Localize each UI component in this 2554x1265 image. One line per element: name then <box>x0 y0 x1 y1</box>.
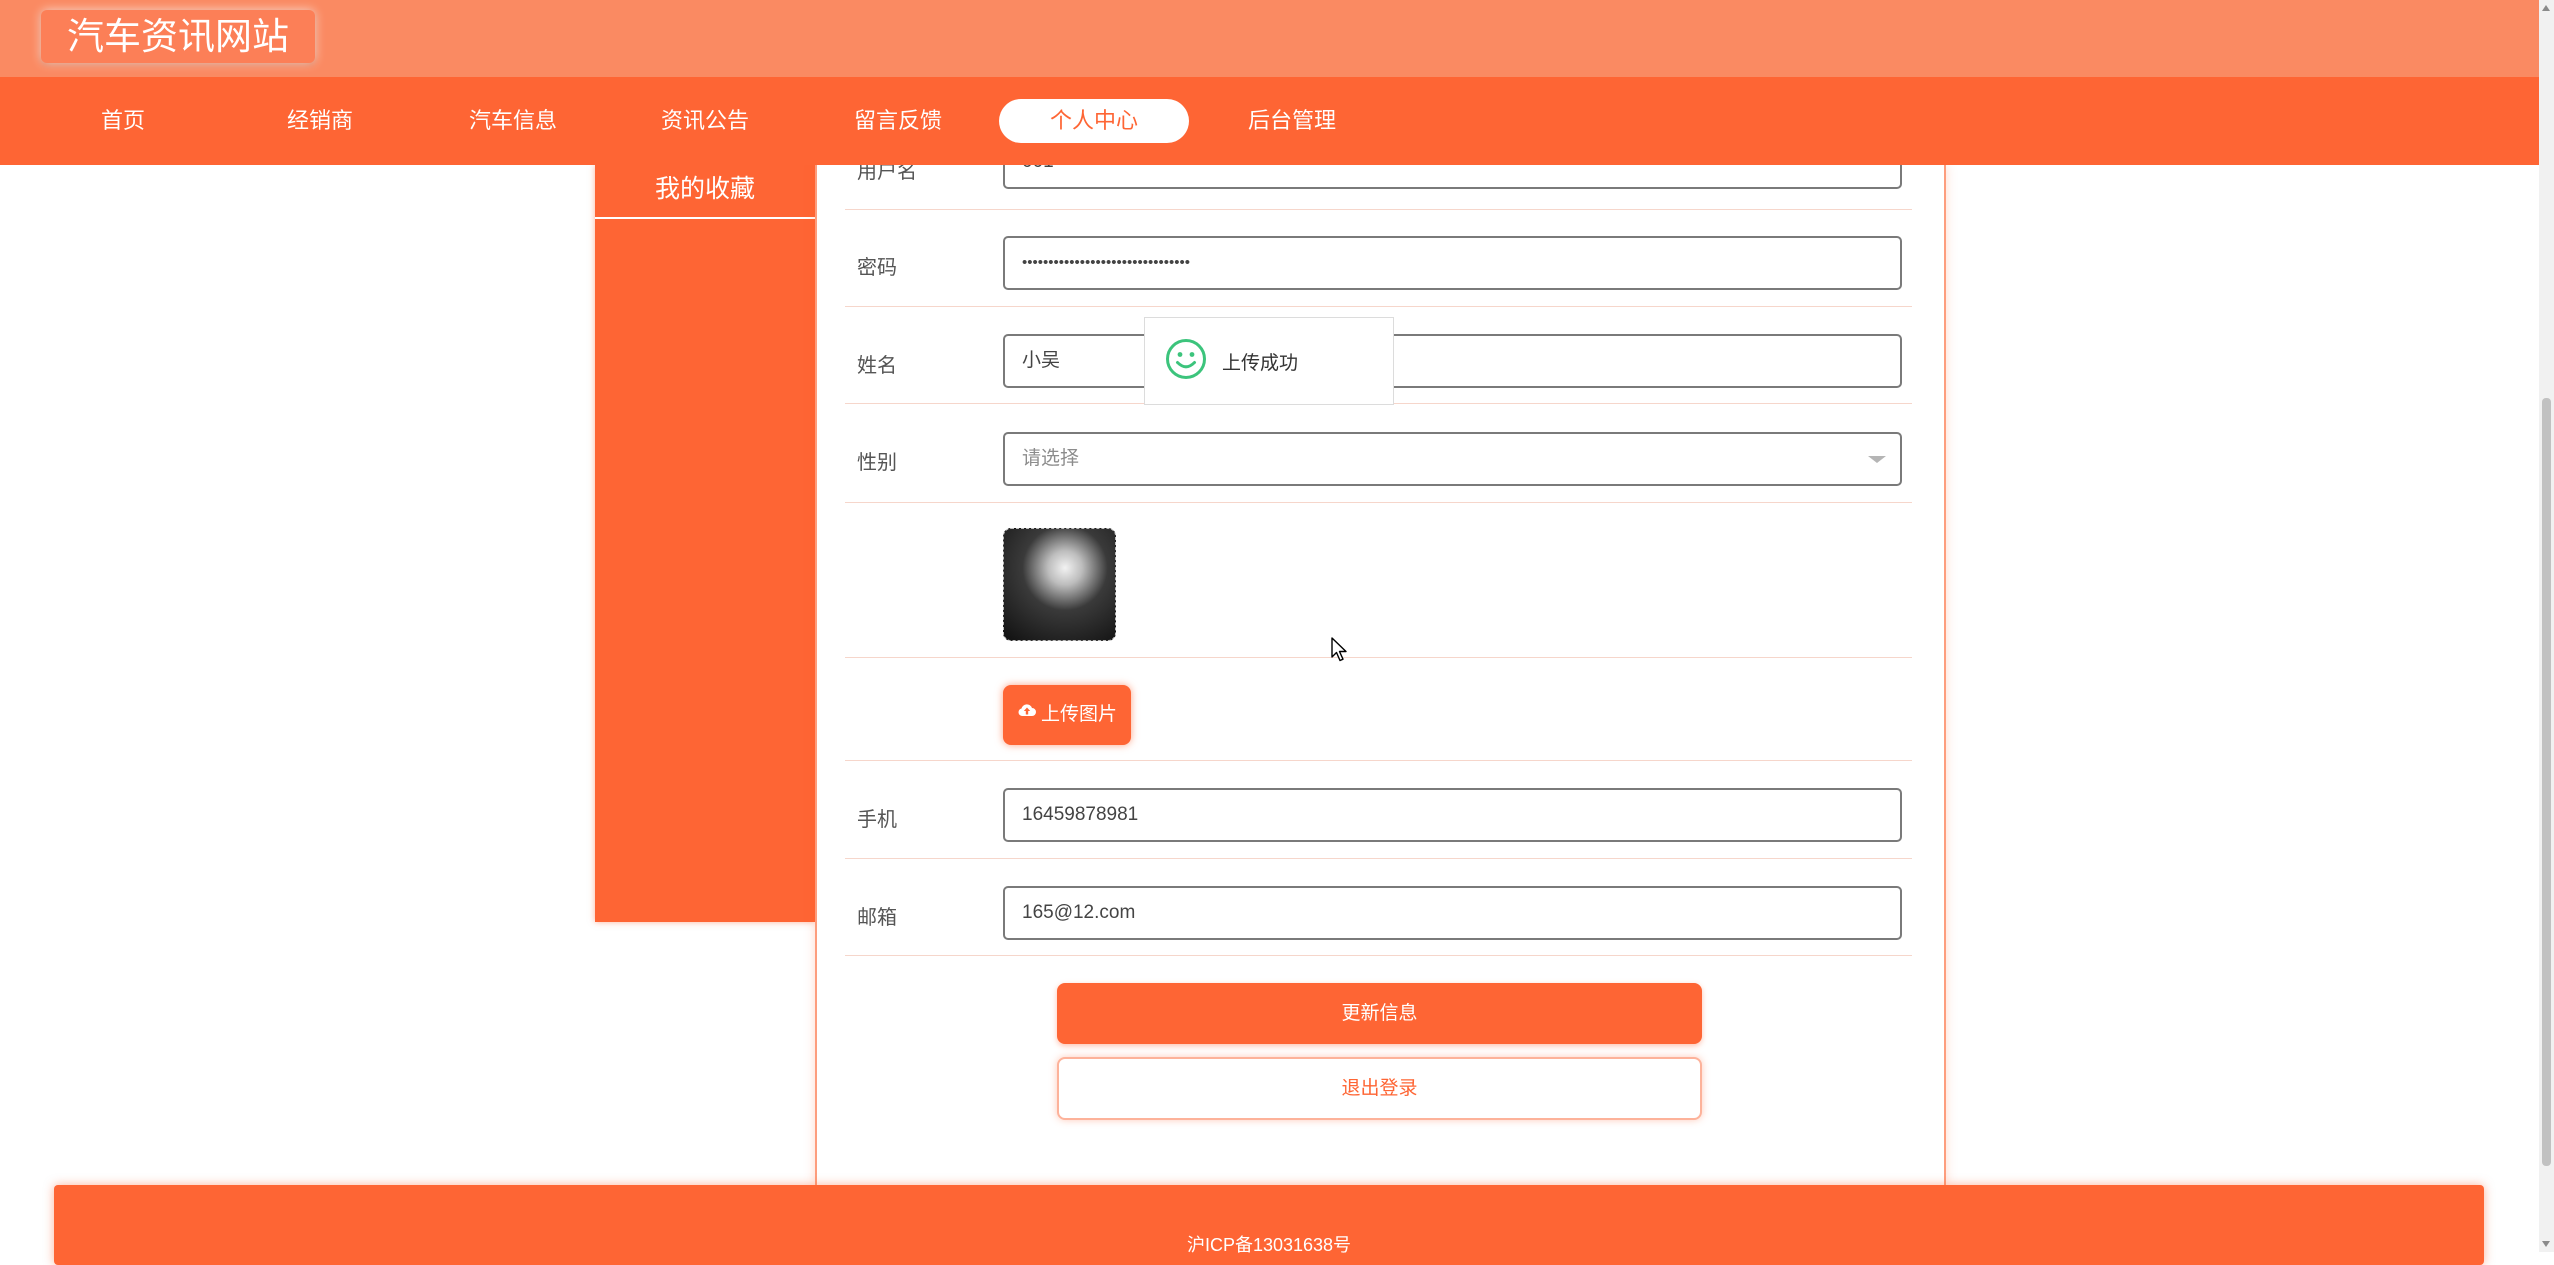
icp-record: 沪ICP备13031638号 <box>1186 1235 1352 1255</box>
upload-success-toast: 上传成功 <box>1144 317 1394 405</box>
nav-item-car-info[interactable]: 汽车信息 <box>418 99 608 143</box>
gender-select[interactable]: 请选择 <box>1003 432 1902 486</box>
phone-row: 手机 16459878981 <box>845 760 1912 859</box>
main-nav: 首页 经销商 汽车信息 资讯公告 留言反馈 个人中心 后台管理 <box>0 77 2539 165</box>
avatar-image[interactable] <box>1003 528 1116 641</box>
avatar-row <box>845 502 1912 658</box>
site-title[interactable]: 汽车资讯网站 <box>41 10 315 63</box>
smile-icon <box>1165 338 1207 385</box>
scroll-up-icon[interactable] <box>2542 5 2550 11</box>
gender-row: 性别 请选择 <box>845 403 1912 503</box>
update-info-button[interactable]: 更新信息 <box>1057 983 1702 1044</box>
scrollbar-thumb[interactable] <box>2542 398 2551 1166</box>
email-row: 邮箱 165@12.com <box>845 858 1912 956</box>
scroll-down-icon[interactable] <box>2542 1241 2550 1247</box>
personal-sidebar: 我的收藏 <box>595 165 815 922</box>
page-scrollbar[interactable] <box>2539 0 2554 1252</box>
password-input[interactable]: •••••••••••••••••••••••••••••••• <box>1003 236 1902 290</box>
nav-item-personal-center[interactable]: 个人中心 <box>999 99 1189 143</box>
nav-item-dealers[interactable]: 经销商 <box>225 99 415 143</box>
phone-input[interactable]: 16459878981 <box>1003 788 1902 842</box>
name-label: 姓名 <box>857 355 897 377</box>
gender-placeholder: 请选择 <box>1022 448 1080 469</box>
email-input[interactable]: 165@12.com <box>1003 886 1902 940</box>
nav-item-feedback[interactable]: 留言反馈 <box>803 99 993 143</box>
cloud-upload-icon <box>1017 683 1037 743</box>
sidebar-item-favorites[interactable]: 我的收藏 <box>595 165 815 219</box>
nav-item-news[interactable]: 资讯公告 <box>610 99 800 143</box>
upload-image-button[interactable]: 上传图片 <box>1003 685 1131 745</box>
password-row: 密码 •••••••••••••••••••••••••••••••• <box>845 209 1912 307</box>
toast-message: 上传成功 <box>1222 353 1299 374</box>
name-input[interactable]: 小吴 <box>1003 334 1902 388</box>
email-label: 邮箱 <box>857 907 897 929</box>
phone-label: 手机 <box>857 809 897 831</box>
upload-image-label: 上传图片 <box>1040 704 1117 725</box>
gender-label: 性别 <box>857 452 897 474</box>
upload-row: 上传图片 <box>845 657 1912 761</box>
mouse-cursor-icon <box>1331 637 1349 668</box>
nav-item-home[interactable]: 首页 <box>28 99 218 143</box>
chevron-down-icon <box>1868 456 1886 463</box>
logout-button[interactable]: 退出登录 <box>1057 1057 1702 1120</box>
site-footer: 沪ICP备13031638号 <box>54 1185 2484 1265</box>
nav-item-admin[interactable]: 后台管理 <box>1197 99 1387 143</box>
top-header: 汽车资讯网站 <box>0 0 2539 77</box>
password-label: 密码 <box>857 257 897 279</box>
